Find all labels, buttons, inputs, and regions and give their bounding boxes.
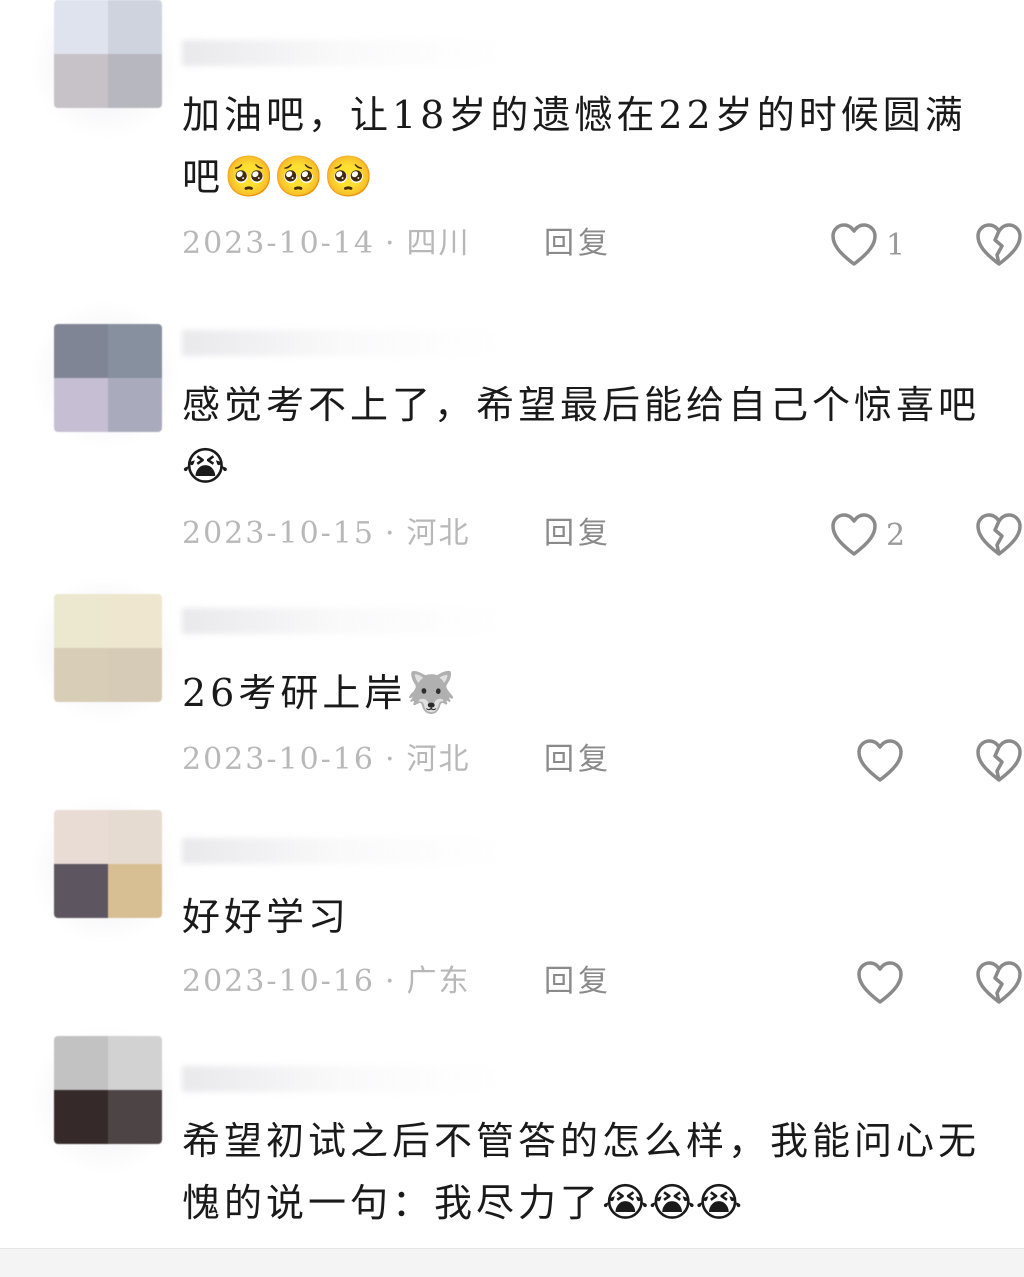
- reply-button[interactable]: 回复: [544, 514, 612, 554]
- comment-meta: 2023-10-16 · 广东: [182, 962, 471, 1002]
- heart-icon: [831, 513, 877, 556]
- avatar[interactable]: [54, 594, 162, 702]
- like-button[interactable]: 2: [830, 510, 905, 560]
- comment-date: 2023-10-15: [182, 516, 375, 551]
- like-button[interactable]: 1: [830, 220, 905, 270]
- emoji-plead: 🥺🥺🥺: [224, 154, 374, 200]
- reply-button[interactable]: 回复: [544, 740, 612, 780]
- heart-icon: [857, 961, 903, 1004]
- like-button[interactable]: [856, 958, 904, 1008]
- comment-location: 河北: [406, 516, 471, 551]
- broken-heart-icon: [976, 961, 1022, 1004]
- comment-text: 好好学习: [182, 895, 351, 939]
- avatar[interactable]: [54, 0, 162, 108]
- broken-heart-icon: [976, 223, 1022, 266]
- username-blurred[interactable]: [182, 40, 502, 66]
- comment-location: 河北: [406, 742, 471, 777]
- emoji-dog: 🐺: [406, 670, 457, 716]
- heart-icon: [857, 739, 903, 782]
- emoji-cry: 😭: [182, 444, 229, 490]
- username-blurred[interactable]: [182, 608, 502, 634]
- dislike-button[interactable]: [975, 222, 1023, 272]
- comment-text: 感觉考不上了，希望最后能给自己个惊喜吧😭: [182, 383, 981, 490]
- like-count: 2: [886, 517, 906, 553]
- like-count: 1: [886, 227, 906, 263]
- bottom-bar: [0, 1248, 1024, 1277]
- avatar[interactable]: [54, 1036, 162, 1144]
- reply-button[interactable]: 回复: [544, 962, 612, 1002]
- username-blurred[interactable]: [182, 330, 502, 356]
- comment-date: 2023-10-16: [182, 964, 375, 999]
- username-blurred[interactable]: [182, 838, 502, 864]
- comment-meta: 2023-10-14 · 四川: [182, 224, 471, 264]
- broken-heart-icon: [976, 513, 1022, 556]
- comment-location: 四川: [406, 226, 471, 261]
- comment-text: 26考研上岸🐺: [182, 670, 457, 716]
- comment-text: 加油吧，让18岁的遗憾在22岁的时候圆满吧🥺🥺🥺: [182, 93, 967, 200]
- dislike-button[interactable]: [975, 960, 1023, 1010]
- dislike-button[interactable]: [975, 512, 1023, 562]
- heart-icon: [831, 223, 877, 266]
- like-button[interactable]: [856, 736, 904, 786]
- dislike-button[interactable]: [975, 738, 1023, 788]
- comment-date: 2023-10-16: [182, 742, 375, 777]
- avatar[interactable]: [54, 324, 162, 432]
- comment-location: 广东: [406, 964, 471, 999]
- emoji-cry: 😭😭😭: [602, 1180, 743, 1226]
- comment-date: 2023-10-14: [182, 226, 375, 261]
- avatar[interactable]: [54, 810, 162, 918]
- comment-meta: 2023-10-15 · 河北: [182, 514, 471, 554]
- comment-meta: 2023-10-16 · 河北: [182, 740, 471, 780]
- comment-text: 希望初试之后不管答的怎么样，我能问心无愧的说一句：我尽力了😭😭😭: [182, 1119, 981, 1226]
- broken-heart-icon: [976, 739, 1022, 782]
- username-blurred[interactable]: [182, 1066, 502, 1092]
- reply-button[interactable]: 回复: [544, 224, 612, 264]
